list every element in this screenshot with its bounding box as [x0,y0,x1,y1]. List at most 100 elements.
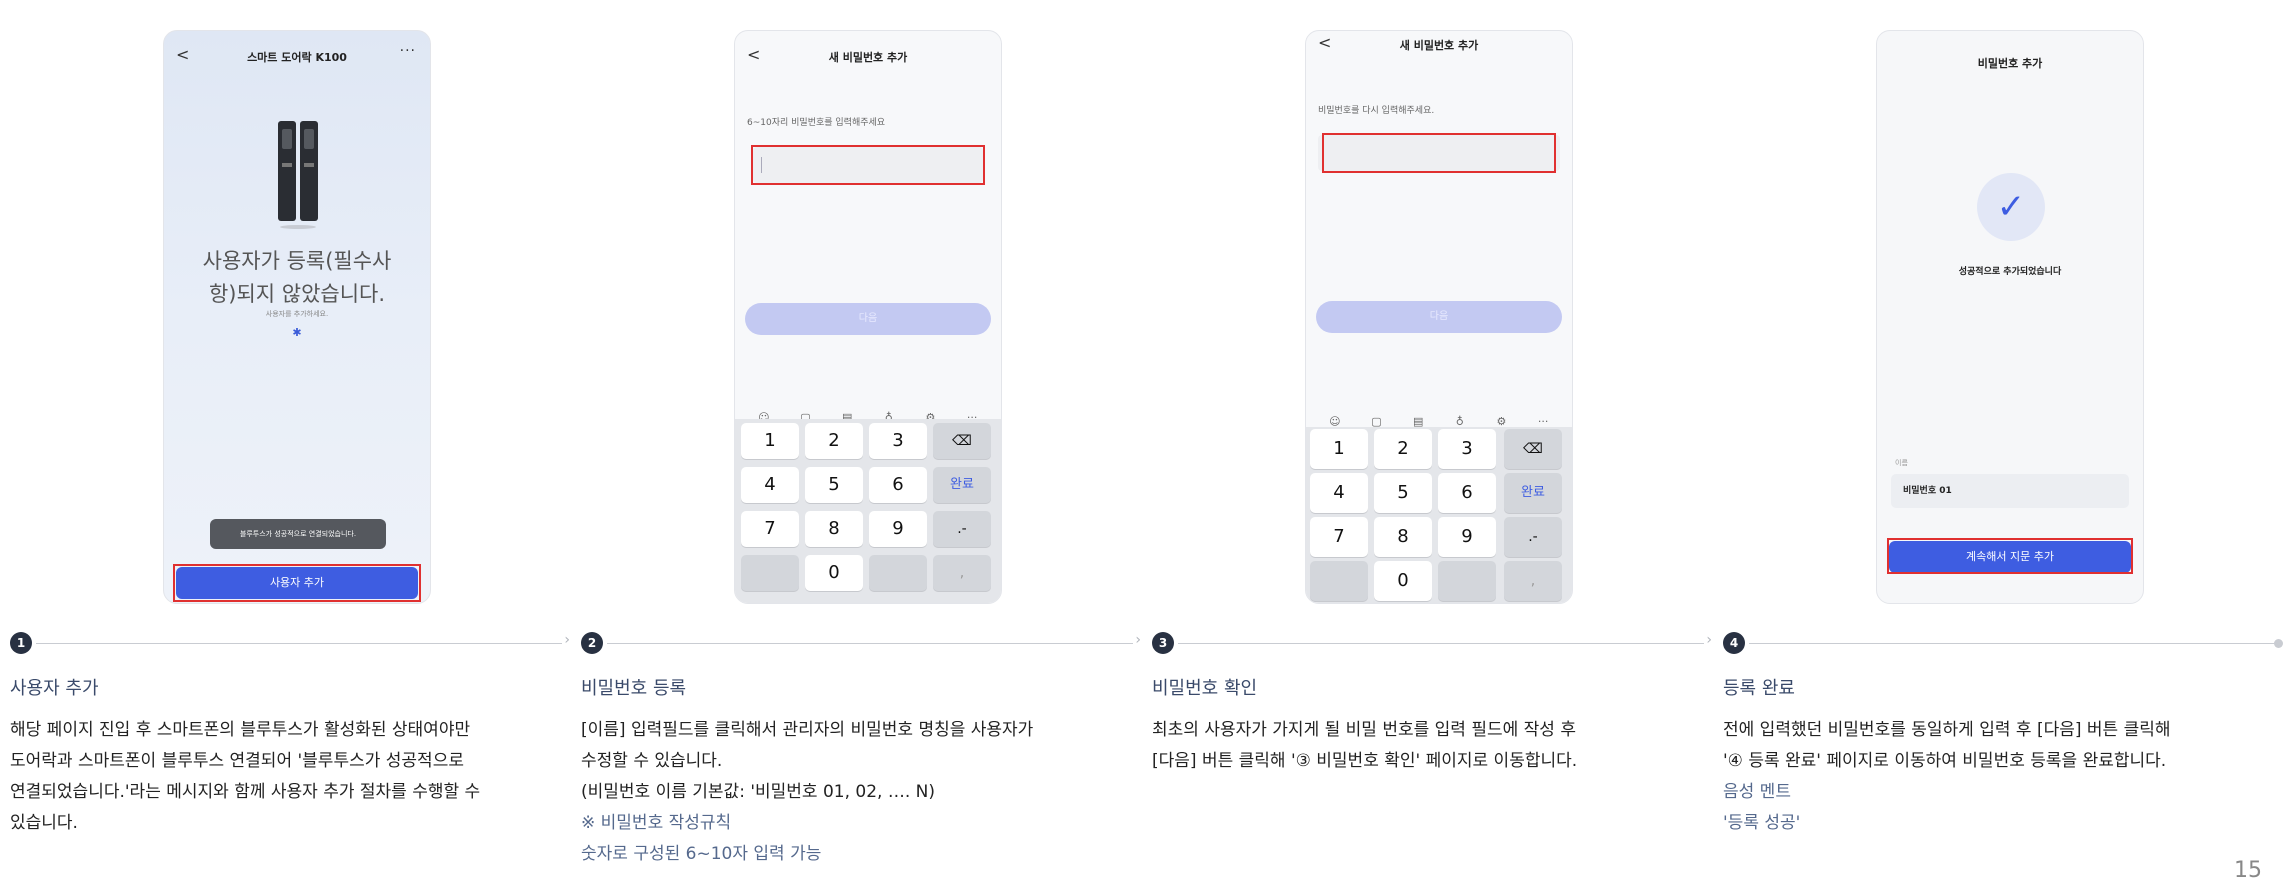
screen-header: < 새 비밀번호 추가 [1306,31,1572,81]
empty-key [1310,561,1368,601]
not-registered-message: 사용자가 등록(필수사 항)되지 않았습니다. [184,245,410,311]
timeline-line [607,643,1133,644]
mic-icon[interactable]: ♁ [1451,415,1469,428]
page-number: 15 [2234,858,2262,883]
description-line: '④ 등록 완료' 페이지로 이동하여 비밀번호 등록을 완료합니다. [1723,751,2167,771]
step-timeline: 3 › [1152,630,1712,654]
step-title: 비밀번호 등록 [581,678,687,699]
message-line: 사용자가 등록(필수사 [202,249,392,273]
bluetooth-icon: ✱ [292,326,302,339]
note-line: 음성 멘트 [1723,782,1791,802]
next-button[interactable]: 다음 [745,303,991,335]
timeline-line [36,643,562,644]
key-2[interactable]: 2 [1374,429,1432,469]
key-7[interactable]: 7 [1310,517,1368,557]
chevron-right-icon: › [1706,632,1712,648]
memo-icon[interactable]: ▤ [1409,415,1427,428]
emoji-icon[interactable]: ☺ [1326,415,1344,428]
timeline-line [1749,643,2275,644]
screen-title: 새 비밀번호 추가 [828,51,908,64]
description-line: (비밀번호 이름 기본값: '비밀번호 01, 02, …. N) [581,782,936,802]
description-line: 전에 입력했던 비밀번호를 동일하게 입력 후 [다음] 버튼 클릭해 [1723,720,2171,740]
key-4[interactable]: 4 [1310,473,1368,513]
key-2[interactable]: 2 [805,423,863,459]
key-1[interactable]: 1 [741,423,799,459]
comma-key[interactable]: , [1504,561,1562,601]
description-line: 있습니다. [10,813,78,833]
highlight-box [1887,538,2133,574]
key-1[interactable]: 1 [1310,429,1368,469]
description-line: 도어락과 스마트폰이 블루투스 연결되어 '블루투스가 성공적으로 [10,751,464,771]
step-title: 사용자 추가 [10,678,99,699]
timeline-end-dot [2274,639,2283,648]
step-timeline: 4 [1723,630,2283,654]
message-line: 항)되지 않았습니다. [208,282,386,306]
step-number: 3 [1152,632,1174,654]
add-user-hint: 사용자를 추가하세요. [265,310,329,318]
key-6[interactable]: 6 [869,467,927,503]
screen-header: < 새 비밀번호 추가 [735,31,1001,81]
punct-key[interactable]: .- [1504,517,1562,557]
key-5[interactable]: 5 [1374,473,1432,513]
step-number: 2 [581,632,603,654]
key-9[interactable]: 9 [1438,517,1496,557]
step-number: 1 [10,632,32,654]
chevron-right-icon: › [564,632,570,648]
check-icon: ✓ [1977,173,2045,241]
description-line: 최초의 사용자가 가지게 될 비밀 번호를 입력 필드에 작성 후 [1152,720,1576,740]
timeline-line [1178,643,1704,644]
more-icon[interactable]: ··· [1534,415,1552,428]
description-line: [이름] 입력필드를 클릭해서 관리자의 비밀번호 명칭을 사용자가 [581,720,1034,740]
more-icon[interactable]: ··· [400,43,416,59]
password-prompt: 비밀번호를 다시 입력해주세요. [1318,106,1435,116]
step-title: 비밀번호 확인 [1152,678,1258,699]
key-4[interactable]: 4 [741,467,799,503]
screen-password-confirm: < 새 비밀번호 추가 비밀번호를 다시 입력해주세요. 다음 ☺ ▢ ▤ ♁ … [1305,30,1573,604]
key-0[interactable]: 0 [1374,561,1432,601]
highlight-box [173,564,421,602]
name-field[interactable]: 비밀번호 01 [1891,474,2129,508]
key-8[interactable]: 8 [805,511,863,547]
step-number: 4 [1723,632,1745,654]
chevron-right-icon: › [1135,632,1141,648]
step-title: 등록 완료 [1723,678,1795,699]
done-key[interactable]: 완료 [1504,473,1562,513]
comma-key[interactable]: , [933,555,991,591]
description-line: 연결되었습니다.'라는 메시지와 함께 사용자 추가 절차를 수행할 수 [10,782,481,802]
empty-key [1438,561,1496,601]
success-message: 성공적으로 추가되었습니다 [1958,267,2062,277]
screen-password-register: < 새 비밀번호 추가 6~10자리 비밀번호를 입력해주세요 다음 ☺ ▢ ▤… [734,30,1002,604]
key-0[interactable]: 0 [805,555,863,591]
highlight-box [1322,133,1556,173]
screen-registration-complete: 비밀번호 추가 ✓ 성공적으로 추가되었습니다 이름 비밀번호 01 계속해서 … [1876,30,2144,604]
step-timeline: 1 › [10,630,570,654]
key-5[interactable]: 5 [805,467,863,503]
highlight-box [751,145,985,185]
screen-title: 비밀번호 추가 [1977,57,2043,70]
note-line: 숫자로 구성된 6~10자 입력 가능 [581,844,822,864]
key-8[interactable]: 8 [1374,517,1432,557]
bluetooth-connected-toast: 블루투스가 성공적으로 연결되었습니다. [210,519,386,549]
screen-user-add: < 스마트 도어락 K100 ··· 사용자가 등록(필수사 항)되지 않았습니… [163,30,431,604]
next-button[interactable]: 다음 [1316,301,1562,333]
door-lock-image [278,121,318,229]
clipboard-icon[interactable]: ▢ [1367,415,1385,428]
number-keypad: 1 2 3 ⌫ 4 5 6 완료 7 8 9 .- 0 , [735,419,1001,603]
settings-icon[interactable]: ⚙ [1492,415,1510,428]
screen-header: 비밀번호 추가 [1877,31,2143,81]
backspace-key[interactable]: ⌫ [1504,429,1562,469]
backspace-key[interactable]: ⌫ [933,423,991,459]
key-3[interactable]: 3 [869,423,927,459]
screen-header: < 스마트 도어락 K100 ··· [164,31,430,81]
key-3[interactable]: 3 [1438,429,1496,469]
note-line: ※ 비밀번호 작성규칙 [581,813,732,833]
description-line: [다음] 버튼 클릭해 '③ 비밀번호 확인' 페이지로 이동합니다. [1152,751,1578,771]
key-6[interactable]: 6 [1438,473,1496,513]
step-description: [이름] 입력필드를 클릭해서 관리자의 비밀번호 명칭을 사용자가 수정할 수… [581,715,1141,870]
done-key[interactable]: 완료 [933,467,991,503]
screen-title: 새 비밀번호 추가 [1399,39,1479,52]
empty-key [869,555,927,591]
key-7[interactable]: 7 [741,511,799,547]
punct-key[interactable]: .- [933,511,991,547]
key-9[interactable]: 9 [869,511,927,547]
